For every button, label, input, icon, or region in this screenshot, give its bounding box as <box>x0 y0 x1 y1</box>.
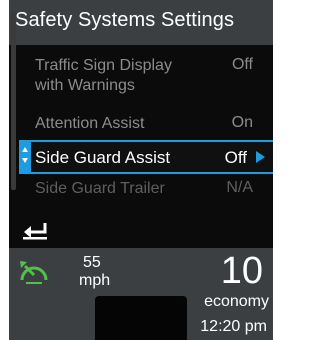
display-frame: Safety Systems Settings Traffic Sign Dis… <box>9 0 273 340</box>
drive-mode: economy <box>204 293 269 310</box>
page-title: Safety Systems Settings <box>15 9 235 31</box>
status-bar: 55 mph 10 economy 12:20 pm <box>9 248 273 340</box>
menu-item-label: Attention Assist <box>35 115 145 132</box>
bottom-panel <box>95 296 187 340</box>
speed-value: 55 <box>83 254 101 271</box>
menu-item-side-guard-trailer[interactable]: Side Guard Trailer N/A <box>35 179 263 201</box>
speed-unit: mph <box>79 272 111 289</box>
speed-limit-icon <box>20 261 48 284</box>
back-arrow-icon[interactable] <box>23 220 49 240</box>
gear-number: 10 <box>220 250 263 292</box>
menu-item-value: Off <box>231 56 253 73</box>
menu-item-value: On <box>231 114 253 131</box>
menu-item-side-guard-assist[interactable]: Side Guard Assist Off <box>19 140 273 174</box>
menu-item-label: Side Guard Trailer <box>35 180 165 197</box>
menu-item-traffic-sign-display[interactable]: Traffic Sign Display with Warnings Off <box>35 56 263 98</box>
scrollbar[interactable] <box>11 12 16 190</box>
menu-item-value: Off <box>224 148 247 167</box>
scroll-updown-icon <box>19 140 31 174</box>
clock: 12:20 pm <box>200 318 267 335</box>
menu-item-label: Traffic Sign Display with Warnings <box>35 57 172 94</box>
menu-item-value: N/A <box>226 179 253 196</box>
menu-item-attention-assist[interactable]: Attention Assist On <box>35 114 263 136</box>
chevron-right-icon <box>256 151 265 163</box>
header: Safety Systems Settings <box>9 0 273 45</box>
menu-item-label: Side Guard Assist <box>35 148 171 167</box>
